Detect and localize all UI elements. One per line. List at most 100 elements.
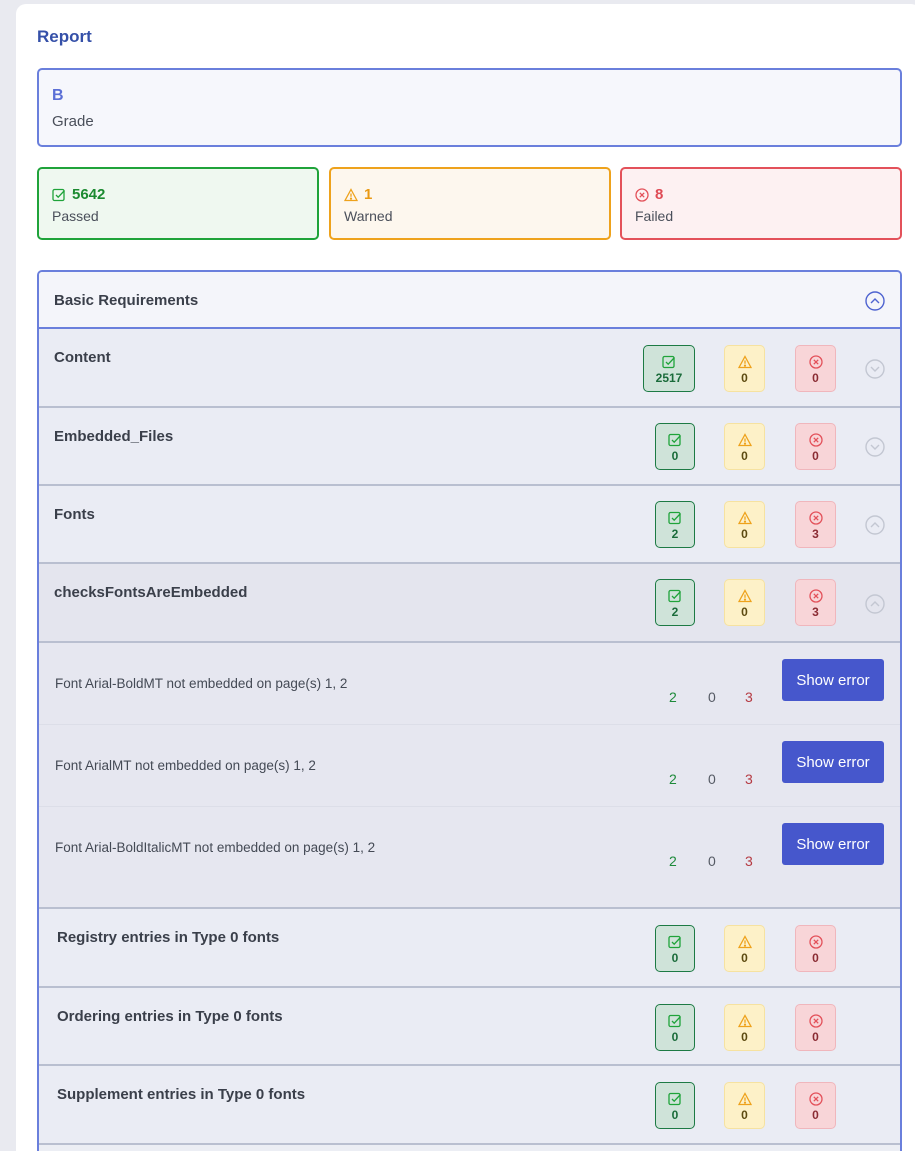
report-title: Report (37, 27, 92, 46)
section-header[interactable]: Basic Requirements (39, 272, 900, 329)
row-title: Supplement entries in Type 0 fonts (57, 1086, 306, 1103)
failed-summary-card: 8 Failed (620, 167, 902, 240)
error-message: Font Arial-BoldMT not embedded on page(s… (55, 676, 348, 691)
x-circle-icon (808, 934, 823, 949)
warned-badge: 0 (724, 579, 765, 626)
x-circle-icon (635, 187, 649, 202)
warned-badge: 0 (724, 501, 765, 548)
passed-badge: 2 (655, 579, 695, 626)
warned-badge: 0 (724, 1004, 765, 1051)
chevron-up-icon[interactable] (865, 291, 885, 311)
show-error-button[interactable]: Show error (782, 823, 884, 865)
row-title: Registry entries in Type 0 fonts (57, 929, 280, 946)
badge-value: 0 (671, 448, 679, 463)
show-error-button[interactable]: Show error (782, 741, 884, 783)
passed-badge: 2 (655, 501, 695, 548)
failed-badge: 0 (795, 423, 836, 470)
section-title: Basic Requirements (54, 292, 199, 309)
show-error-button[interactable]: Show error (782, 659, 884, 701)
warned-count: 1 (364, 186, 373, 203)
requirement-row-content[interactable]: Content 2517 0 0 (39, 329, 900, 408)
failed-badge: 0 (795, 1082, 836, 1129)
failed-count: 8 (655, 186, 664, 203)
check-square-icon (668, 511, 681, 524)
failed-badge: 0 (795, 925, 836, 972)
error-detail-item: Font Arial-BoldMT not embedded on page(s… (39, 643, 900, 725)
failed-label: Failed (635, 208, 674, 224)
warned-badge: 0 (724, 925, 765, 972)
passed-badge: 0 (655, 1004, 695, 1051)
requirement-row-supplement-entries[interactable]: Supplement entries in Type 0 fonts 0 0 0 (39, 1066, 900, 1145)
requirement-row-embedded-files[interactable]: Embedded_Files 0 0 0 (39, 408, 900, 486)
passed-badge: 2517 (643, 345, 695, 392)
requirement-row-checks-fonts-are-embedded[interactable]: checksFontsAreEmbedded 2 0 3 (39, 564, 900, 643)
warned-summary-card: 1 Warned (329, 167, 611, 240)
badge-value: 2 (671, 604, 679, 619)
row-title: Content (54, 349, 111, 366)
check-square-icon (668, 1014, 681, 1027)
detail-passed-count: 2 (669, 689, 677, 705)
check-square-icon (668, 433, 681, 446)
row-title: checksFontsAreEmbedded (54, 584, 248, 601)
requirement-row-fonts[interactable]: Fonts 2 0 3 (39, 486, 900, 564)
chevron-down-icon[interactable] (865, 359, 885, 379)
passed-badge: 0 (655, 1082, 695, 1129)
detail-passed-count: 2 (669, 771, 677, 787)
x-circle-icon (808, 588, 823, 603)
requirement-row-ordering-entries[interactable]: Ordering entries in Type 0 fonts 0 0 0 (39, 988, 900, 1066)
basic-requirements-section: Basic Requirements Content 2517 0 0 Embe… (37, 270, 902, 1151)
grade-label: Grade (52, 113, 94, 130)
chevron-up-icon[interactable] (865, 594, 885, 614)
warned-badge: 0 (724, 423, 765, 470)
badge-value: 0 (812, 448, 819, 463)
check-square-icon (668, 935, 681, 948)
check-square-icon (662, 355, 675, 368)
failed-badge: 3 (795, 579, 836, 626)
x-circle-icon (808, 432, 823, 447)
badge-value: 0 (812, 370, 819, 385)
passed-summary-card: 5642 Passed (37, 167, 319, 240)
badge-value: 0 (741, 950, 748, 965)
x-circle-icon (808, 1091, 823, 1106)
badge-value: 0 (671, 950, 679, 965)
passed-count: 5642 (72, 186, 106, 203)
x-circle-icon (808, 354, 823, 369)
check-square-icon (668, 1092, 681, 1105)
warned-badge: 0 (724, 345, 765, 392)
warning-triangle-icon (737, 432, 752, 446)
badge-value: 0 (741, 370, 748, 385)
badge-value: 0 (812, 1107, 819, 1122)
detail-failed-count: 3 (745, 771, 753, 787)
warning-triangle-icon (737, 510, 752, 524)
failed-badge: 3 (795, 501, 836, 548)
badge-value: 3 (812, 604, 819, 619)
error-message: Font ArialMT not embedded on page(s) 1, … (55, 758, 316, 773)
detail-passed-count: 2 (669, 853, 677, 869)
warned-badge: 0 (724, 1082, 765, 1129)
grade-value: B (52, 87, 64, 104)
warning-triangle-icon (737, 588, 752, 602)
row-title: Fonts (54, 506, 95, 523)
badge-value: 0 (741, 526, 748, 541)
detail-failed-count: 3 (745, 689, 753, 705)
error-message: Font Arial-BoldItalicMT not embedded on … (55, 840, 376, 855)
passed-badge: 0 (655, 925, 695, 972)
failed-badge: 0 (795, 345, 836, 392)
chevron-up-icon[interactable] (865, 515, 885, 535)
chevron-down-icon[interactable] (865, 437, 885, 457)
badge-value: 0 (812, 1029, 819, 1044)
error-detail-item: Font Arial-BoldItalicMT not embedded on … (39, 807, 900, 909)
requirement-row-registry-entries[interactable]: Registry entries in Type 0 fonts 0 0 0 (39, 909, 900, 988)
passed-badge: 0 (655, 423, 695, 470)
badge-value: 0 (741, 1029, 748, 1044)
badge-value: 0 (741, 448, 748, 463)
check-square-icon (668, 589, 681, 602)
warning-triangle-icon (737, 934, 752, 948)
x-circle-icon (808, 510, 823, 525)
warning-triangle-icon (344, 187, 358, 202)
grade-card: B Grade (37, 68, 902, 147)
detail-warned-count: 0 (708, 689, 716, 705)
warning-triangle-icon (737, 354, 752, 368)
badge-value: 0 (812, 950, 819, 965)
x-circle-icon (808, 1013, 823, 1028)
